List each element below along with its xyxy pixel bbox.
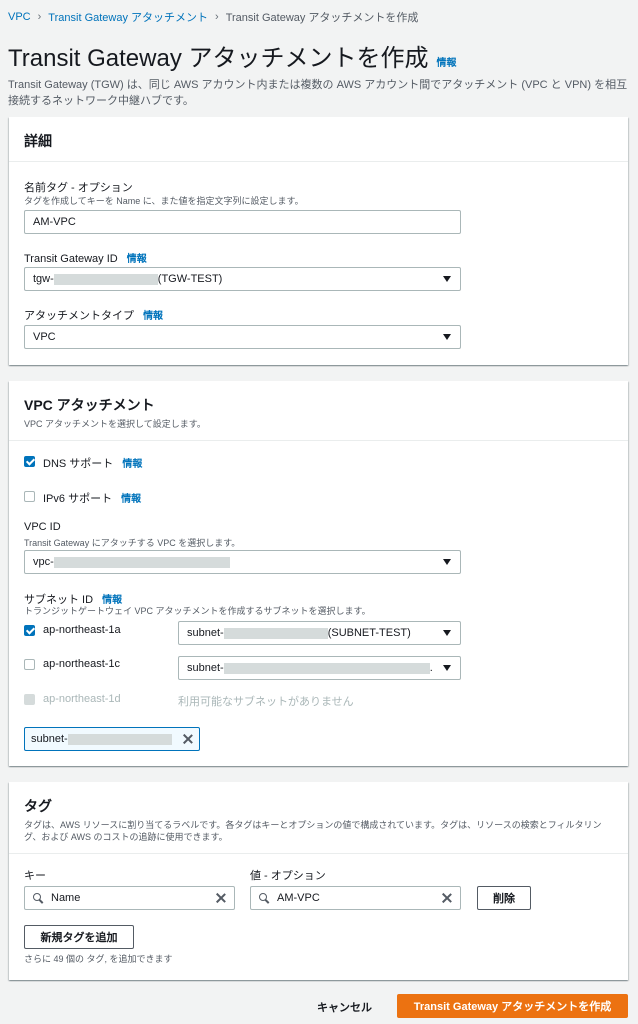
caret-down-icon bbox=[443, 559, 451, 565]
vpc-id-description: Transit Gateway にアタッチする VPC を選択します。 bbox=[24, 538, 241, 548]
ipv6-support-label: IPv6 サポート bbox=[43, 493, 113, 505]
name-tag-label: 名前タグ - オプション bbox=[24, 182, 133, 194]
dns-support-label-row: DNS サポート 情報 bbox=[43, 455, 142, 471]
subnet-1c-select[interactable]: subnet- . bbox=[178, 656, 461, 680]
clear-icon[interactable] bbox=[442, 893, 452, 903]
details-header: 詳細 bbox=[9, 117, 628, 162]
breadcrumb-tgw-attachments-link[interactable]: Transit Gateway アタッチメント bbox=[48, 9, 208, 25]
subnet-1a-az-label: ap-northeast-1a bbox=[43, 624, 121, 636]
vpc-id-select[interactable]: vpc- bbox=[24, 550, 461, 574]
page-title: Transit Gateway アタッチメントを作成 bbox=[8, 45, 429, 72]
vpc-attachment-description: VPC アタッチメントを選択して設定します。 bbox=[24, 419, 206, 429]
tags-remaining-text: さらに 49 個の タグ, を追加できます bbox=[24, 954, 173, 964]
dns-support-info-link[interactable]: 情報 bbox=[122, 459, 142, 470]
close-icon[interactable] bbox=[183, 734, 193, 744]
tgw-id-label: Transit Gateway ID bbox=[24, 253, 118, 265]
search-icon bbox=[259, 893, 269, 903]
caret-down-icon bbox=[443, 276, 451, 282]
subnet-1a-suffix: (SUBNET-TEST) bbox=[327, 627, 411, 639]
vpc-id-prefix: vpc- bbox=[33, 556, 54, 568]
tag-value-value: AM-VPC bbox=[277, 892, 320, 904]
ipv6-support-info-link[interactable]: 情報 bbox=[121, 494, 141, 505]
dns-support-label: DNS サポート bbox=[43, 458, 114, 470]
tgw-id-info-link[interactable]: 情報 bbox=[127, 254, 147, 265]
tag-key-label: キー bbox=[24, 870, 46, 882]
tag-key-input[interactable]: Name bbox=[24, 886, 235, 910]
details-panel: 詳細 名前タグ - オプション タグを作成してキーを Name に、また値を指定… bbox=[9, 117, 628, 365]
subnet-1d-note: 利用可能なサブネットがありません bbox=[178, 696, 354, 708]
vpc-attachment-heading: VPC アタッチメント bbox=[24, 397, 155, 413]
ipv6-support-label-row: IPv6 サポート 情報 bbox=[43, 490, 141, 506]
page-description: Transit Gateway (TGW) は、同じ AWS アカウント内または… bbox=[8, 79, 628, 107]
chevron-right-icon: › bbox=[37, 11, 42, 23]
redacted-block bbox=[67, 733, 172, 745]
tgw-id-label-row: Transit Gateway ID 情報 bbox=[24, 250, 147, 265]
tgw-id-select[interactable]: tgw- (TGW-TEST) bbox=[24, 267, 461, 291]
chevron-right-icon: › bbox=[215, 11, 219, 23]
attach-type-label: アタッチメントタイプ bbox=[24, 310, 134, 322]
caret-down-icon bbox=[443, 665, 451, 671]
subnet-1c-az-label: ap-northeast-1c bbox=[43, 658, 121, 670]
attach-type-value: VPC bbox=[33, 331, 56, 343]
attach-type-label-row: アタッチメントタイプ 情報 bbox=[24, 307, 163, 323]
tag-value-label: 値 - オプション bbox=[250, 870, 326, 882]
remove-tag-button[interactable]: 削除 bbox=[477, 886, 531, 910]
caret-down-icon bbox=[443, 630, 451, 636]
caret-down-icon bbox=[443, 334, 451, 340]
dns-support-checkbox[interactable] bbox=[24, 456, 35, 467]
create-attachment-button[interactable]: Transit Gateway アタッチメントを作成 bbox=[397, 994, 628, 1018]
subnet-1a-select[interactable]: subnet- (SUBNET-TEST) bbox=[178, 621, 461, 645]
name-tag-input[interactable]: AM-VPC bbox=[24, 210, 461, 234]
redacted-block bbox=[53, 273, 158, 285]
subnet-1d-checkbox bbox=[24, 694, 35, 705]
tgw-id-prefix: tgw- bbox=[33, 273, 54, 285]
redacted-block bbox=[223, 627, 328, 639]
subnet-1c-suffix: . bbox=[429, 662, 433, 674]
selected-subnet-token: subnet- bbox=[24, 727, 200, 751]
cancel-button[interactable]: キャンセル bbox=[317, 999, 372, 1015]
subnet-id-description: トランジットゲートウェイ VPC アタッチメントを作成するサブネットを選択します… bbox=[24, 606, 371, 616]
breadcrumb-current: Transit Gateway アタッチメントを作成 bbox=[225, 12, 419, 24]
clear-icon[interactable] bbox=[216, 893, 226, 903]
search-icon bbox=[33, 893, 43, 903]
subnet-1c-checkbox[interactable] bbox=[24, 659, 35, 670]
tags-panel: タグ タグは、AWS リソースに割り当てるラベルです。各タグはキーとオプションの… bbox=[9, 782, 628, 980]
page-info-link[interactable]: 情報 bbox=[437, 54, 457, 69]
tgw-id-suffix: (TGW-TEST) bbox=[157, 273, 223, 285]
tag-key-value: Name bbox=[51, 892, 81, 904]
attach-type-select[interactable]: VPC bbox=[24, 325, 461, 349]
redacted-block bbox=[223, 662, 430, 674]
page-title-row: Transit Gateway アタッチメントを作成 情報 bbox=[8, 38, 457, 73]
subnet-1c-prefix: subnet- bbox=[187, 662, 224, 674]
redacted-block bbox=[53, 556, 230, 568]
attach-type-info-link[interactable]: 情報 bbox=[143, 311, 163, 322]
vpc-id-label: VPC ID bbox=[24, 521, 61, 533]
details-heading: 詳細 bbox=[24, 133, 52, 149]
ipv6-support-checkbox[interactable] bbox=[24, 491, 35, 502]
subnet-1a-checkbox[interactable] bbox=[24, 625, 35, 636]
subnet-1d-az-label: ap-northeast-1d bbox=[43, 693, 121, 705]
breadcrumb: VPC › Transit Gateway アタッチメント › Transit … bbox=[8, 9, 418, 25]
vpc-attachment-header: VPC アタッチメント VPC アタッチメントを選択して設定します。 bbox=[9, 381, 628, 441]
tags-heading: タグ bbox=[24, 798, 52, 814]
name-tag-description: タグを作成してキーを Name に、また値を指定文字列に設定します。 bbox=[24, 196, 304, 206]
breadcrumb-vpc-link[interactable]: VPC bbox=[8, 11, 31, 23]
add-tag-button[interactable]: 新規タグを追加 bbox=[24, 925, 134, 949]
tag-value-input[interactable]: AM-VPC bbox=[250, 886, 461, 910]
tags-header: タグ タグは、AWS リソースに割り当てるラベルです。各タグはキーとオプションの… bbox=[9, 782, 628, 854]
subnet-1a-prefix: subnet- bbox=[187, 627, 224, 639]
vpc-attachment-panel: VPC アタッチメント VPC アタッチメントを選択して設定します。 DNS サ… bbox=[9, 381, 628, 766]
token-prefix: subnet- bbox=[31, 733, 68, 745]
tags-description: タグは、AWS リソースに割り当てるラベルです。各タグはキーとオプションの値で構… bbox=[24, 820, 602, 842]
